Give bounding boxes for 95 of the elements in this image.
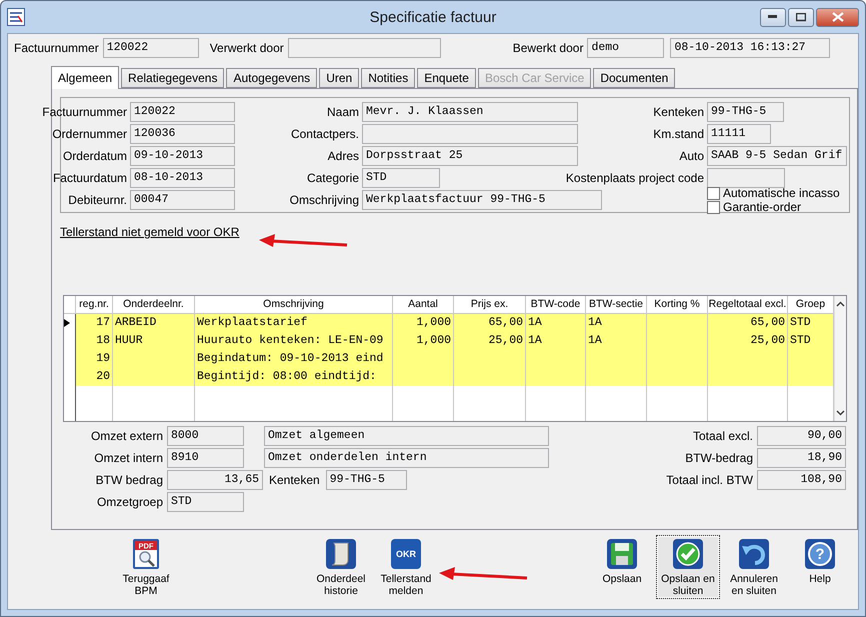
field-label: Factuurnummer: [14, 41, 99, 55]
field-label: Contactpers.: [290, 127, 359, 141]
column-header[interactable]: Aantal: [393, 296, 454, 314]
text-field[interactable]: STD: [167, 492, 244, 512]
vertical-scrollbar[interactable]: [834, 296, 846, 421]
text-field[interactable]: [288, 38, 441, 58]
text-field[interactable]: Omzet algemeen: [264, 426, 549, 446]
text-field[interactable]: Omzet onderdelen intern: [264, 448, 549, 468]
field-label: Omzet extern: [90, 429, 163, 443]
tab[interactable]: Relatiegegevens: [121, 68, 224, 88]
toolbar-button[interactable]: Opslaan en sluiten: [656, 535, 720, 599]
field-label: Totaal excl.: [692, 429, 753, 443]
text-field[interactable]: [707, 168, 785, 188]
field-label: Factuurnummer: [42, 105, 127, 119]
scroll-icon: [325, 538, 357, 570]
text-field[interactable]: 120022: [130, 102, 235, 122]
column-header[interactable]: reg.nr.: [76, 296, 113, 314]
column-header[interactable]: Onderdeelnr.: [113, 296, 195, 314]
checkbox[interactable]: Garantie-order: [707, 200, 847, 214]
field-label: Omschrijving: [290, 193, 359, 207]
text-field[interactable]: Dorpsstraat 25: [362, 146, 578, 166]
field-label: Omzetgroep: [96, 495, 163, 509]
column-header[interactable]: Omschrijving: [195, 296, 393, 314]
scroll-down-icon: [836, 410, 845, 416]
close-icon: [832, 12, 844, 22]
toolbar-button[interactable]: ? Help: [788, 535, 852, 599]
tab[interactable]: Algemeen: [51, 66, 120, 89]
text-field[interactable]: demo: [587, 38, 664, 58]
column-header[interactable]: BTW-sectie: [586, 296, 647, 314]
text-field[interactable]: 18,90: [757, 448, 846, 468]
field-label: Auto: [679, 149, 704, 163]
field-label: BTW-bedrag: [685, 451, 753, 465]
column-header[interactable]: BTW-code: [526, 296, 586, 314]
tab[interactable]: Enquete: [417, 68, 476, 88]
text-field[interactable]: 108,90: [757, 470, 846, 490]
text-field[interactable]: STD: [362, 168, 440, 188]
field-label: Kostenplaats project code: [566, 171, 704, 185]
minimize-button[interactable]: [760, 8, 786, 26]
field-label: Kenteken: [269, 473, 320, 487]
maximize-icon: [796, 12, 806, 22]
text-field[interactable]: 00047: [130, 190, 235, 210]
toolbar-button[interactable]: OKR Tellerstand melden: [374, 535, 438, 599]
field-label: Orderdatum: [62, 149, 127, 163]
field-label: Naam: [326, 105, 359, 119]
column-header[interactable]: Korting %: [647, 296, 708, 314]
okr-notice-link[interactable]: Tellerstand niet gemeld voor OKR: [60, 225, 240, 239]
field-label: Factuurdatum: [52, 171, 127, 185]
text-field[interactable]: 8910: [167, 448, 244, 468]
okr-icon: OKR: [390, 538, 422, 570]
toolbar-button[interactable]: Opslaan: [590, 535, 654, 599]
field-label: Categorie: [306, 171, 359, 185]
help-icon: ?: [804, 538, 836, 570]
column-header[interactable]: Regeltotaal excl.: [708, 296, 788, 314]
tab[interactable]: Autogegevens: [226, 68, 318, 88]
tab[interactable]: Documenten: [593, 68, 676, 88]
tab[interactable]: Uren: [319, 68, 360, 88]
field-label: Adres: [328, 149, 359, 163]
text-field[interactable]: 09-10-2013: [130, 146, 235, 166]
field-label: Totaal incl. BTW: [666, 473, 753, 487]
text-field[interactable]: 120036: [130, 124, 235, 144]
text-field[interactable]: Mevr. J. Klaassen: [362, 102, 578, 122]
window-title: Specificatie factuur: [368, 9, 498, 26]
maximize-button[interactable]: [788, 8, 814, 26]
checkmark-icon: [672, 538, 704, 570]
app-icon: [7, 8, 25, 26]
text-field[interactable]: 08-10-2013 16:13:27: [670, 38, 830, 58]
minimize-icon: [768, 15, 778, 19]
text-field[interactable]: 13,65: [167, 470, 263, 490]
text-field[interactable]: 99-THG-5: [707, 102, 784, 122]
text-field[interactable]: 08-10-2013: [130, 168, 235, 188]
text-field[interactable]: Werkplaatsfactuur 99-THG-5: [362, 190, 602, 210]
field-label: Omzet intern: [94, 451, 163, 465]
text-field[interactable]: SAAB 9-5 Sedan Grif: [707, 146, 847, 166]
text-field[interactable]: 8000: [167, 426, 244, 446]
field-label: BTW bedrag: [96, 473, 163, 487]
close-button[interactable]: [816, 8, 859, 26]
text-field[interactable]: 120022: [102, 38, 199, 58]
field-label: Debiteurnr.: [68, 193, 127, 207]
row-header[interactable]: [64, 314, 76, 332]
text-field[interactable]: [362, 124, 578, 144]
field-label: Verwerkt door: [210, 41, 284, 55]
text-field[interactable]: 11111: [707, 124, 771, 144]
toolbar-button[interactable]: Annuleren en sluiten: [722, 535, 786, 599]
column-header[interactable]: Prijs ex.: [454, 296, 526, 314]
text-field[interactable]: 90,00: [757, 426, 846, 446]
tab[interactable]: Notities: [361, 68, 416, 88]
field-label: Bewerkt door: [512, 41, 584, 55]
text-field[interactable]: 99-THG-5: [326, 470, 407, 490]
scroll-up-icon: [836, 301, 845, 307]
column-header[interactable]: Groep: [788, 296, 834, 314]
field-label: Kenteken: [653, 105, 704, 119]
field-label: Ordernummer: [52, 127, 127, 141]
field-label: Km.stand: [653, 127, 704, 141]
checkbox[interactable]: Automatische incasso: [707, 186, 847, 200]
toolbar-button[interactable]: Onderdeel historie: [309, 535, 373, 599]
